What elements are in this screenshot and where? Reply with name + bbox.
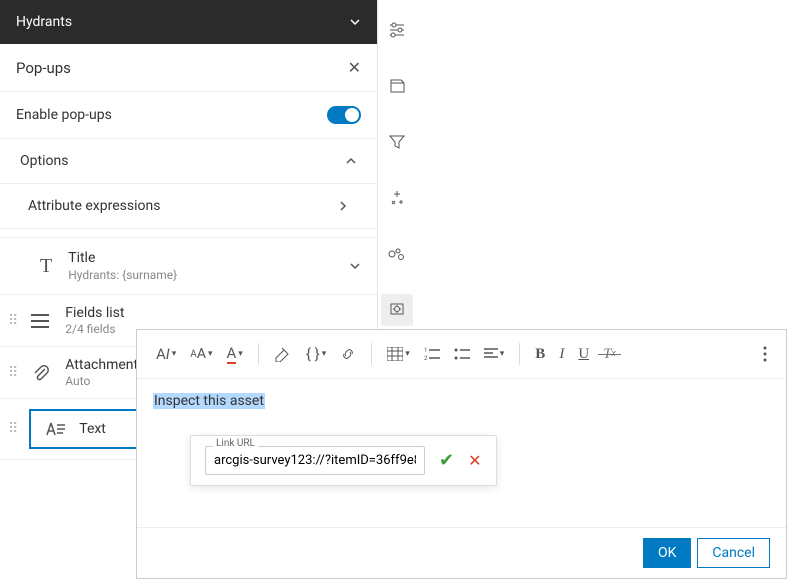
italic-button[interactable]: I <box>554 342 569 367</box>
layer-name: Hydrants <box>16 14 72 30</box>
underline-button[interactable]: U <box>573 342 594 367</box>
close-icon[interactable]: ✕ <box>348 58 361 77</box>
strikethrough-button[interactable]: Tx <box>598 342 621 367</box>
popups-title: Pop-ups <box>16 59 71 77</box>
drag-handle-icon[interactable]: ⠿ <box>8 370 19 376</box>
chevron-down-icon <box>349 16 361 28</box>
drag-handle-icon[interactable]: ⠿ <box>8 426 19 432</box>
title-item-row[interactable]: T Title Hydrants: {surname} <box>0 237 377 295</box>
fields-icon <box>29 312 53 330</box>
link-url-input[interactable] <box>205 446 425 475</box>
link-url-popup: Link URL ✔ ✕ <box>190 435 497 486</box>
drag-handle-icon[interactable]: ⠿ <box>8 318 19 324</box>
title-label: Title <box>68 250 349 266</box>
ok-button[interactable]: OK <box>643 538 691 568</box>
layer-icon[interactable] <box>381 70 413 102</box>
editor-footer: OK Cancel <box>137 527 786 578</box>
text-icon <box>43 421 67 437</box>
chevron-right-icon <box>337 200 349 212</box>
sliders-icon[interactable] <box>381 14 413 46</box>
bullet-list-button[interactable] <box>449 343 475 365</box>
enable-popups-row: Enable pop-ups <box>0 92 377 139</box>
numbered-list-button[interactable]: 12 <box>419 343 445 365</box>
more-button[interactable] <box>758 342 772 366</box>
confirm-link-icon[interactable]: ✔ <box>439 450 454 471</box>
font-style-button[interactable]: AI▾ <box>151 341 181 367</box>
svg-text:1: 1 <box>424 347 427 354</box>
title-subtitle: Hydrants: {surname} <box>68 268 349 282</box>
table-button[interactable]: ▾ <box>382 343 415 365</box>
sparkle-icon[interactable] <box>381 182 413 214</box>
item-label: Fields list <box>65 305 361 321</box>
attr-expr-label: Attribute expressions <box>28 198 160 214</box>
attachment-icon <box>29 363 53 383</box>
editor-toolbar: AI▾ AA▾ A▾ { }▾ ▾ 12 ▾ B I U Tx <box>137 330 786 379</box>
cluster-icon[interactable] <box>381 238 413 270</box>
enable-popups-toggle[interactable] <box>327 106 361 124</box>
filter-icon[interactable] <box>381 126 413 158</box>
svg-text:2: 2 <box>424 355 428 361</box>
clear-format-button[interactable] <box>269 342 297 366</box>
cancel-button[interactable]: Cancel <box>697 538 770 568</box>
code-button[interactable]: { }▾ <box>301 341 331 367</box>
link-url-label: Link URL <box>213 438 258 449</box>
layer-header[interactable]: Hydrants <box>0 0 377 44</box>
popups-header-row: Pop-ups ✕ <box>0 44 377 92</box>
enable-popups-label: Enable pop-ups <box>16 107 112 123</box>
link-button[interactable] <box>335 342 361 366</box>
font-size-button[interactable]: AA▾ <box>185 342 217 366</box>
align-button[interactable]: ▾ <box>479 344 510 364</box>
right-toolbar <box>378 0 416 382</box>
popup-config-icon[interactable] <box>381 294 413 326</box>
bold-button[interactable]: B <box>530 342 550 367</box>
options-row[interactable]: Options <box>0 139 377 184</box>
attribute-expressions-row[interactable]: Attribute expressions <box>0 184 377 229</box>
chevron-down-icon <box>349 260 361 272</box>
options-label: Options <box>20 153 68 169</box>
cancel-link-icon[interactable]: ✕ <box>468 451 481 470</box>
editor-selected-text: Inspect this asset <box>153 393 265 409</box>
font-color-button[interactable]: A▾ <box>222 340 248 368</box>
title-icon: T <box>40 255 52 278</box>
chevron-up-icon <box>345 155 357 167</box>
